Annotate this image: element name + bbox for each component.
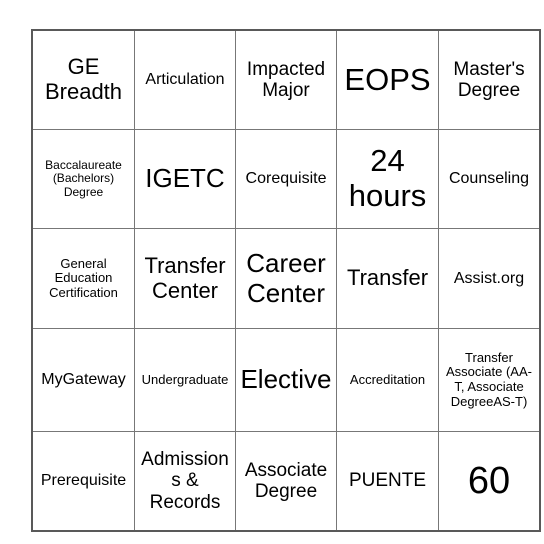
bingo-cell[interactable]: IGETC xyxy=(134,129,236,229)
bingo-row: GE Breadth Articulation Impacted Major E… xyxy=(31,29,541,130)
bingo-cell[interactable]: General Education Certification xyxy=(31,228,135,329)
bingo-row: MyGateway Undergraduate Elective Accredi… xyxy=(31,328,541,432)
bingo-cell[interactable]: Counseling xyxy=(438,129,541,229)
bingo-cell[interactable]: Admissions & Records xyxy=(134,431,236,532)
bingo-cell[interactable]: 24 hours xyxy=(336,129,439,229)
bingo-cell[interactable]: Accreditation xyxy=(336,328,439,432)
bingo-cell[interactable]: Articulation xyxy=(134,29,236,130)
bingo-cell[interactable]: Baccalaureate (Bachelors) Degree xyxy=(31,129,135,229)
bingo-cell[interactable]: Master's Degree xyxy=(438,29,541,130)
bingo-cell[interactable]: PUENTE xyxy=(336,431,439,532)
bingo-cell[interactable]: Transfer Associate (AA-T, Associate Degr… xyxy=(438,328,541,432)
bingo-cell[interactable]: Corequisite xyxy=(235,129,337,229)
bingo-cell[interactable]: Elective xyxy=(235,328,337,432)
bingo-cell[interactable]: Transfer xyxy=(336,228,439,329)
bingo-cell[interactable]: Assist.org xyxy=(438,228,541,329)
bingo-cell[interactable]: Impacted Major xyxy=(235,29,337,130)
bingo-cell[interactable]: Transfer Center xyxy=(134,228,236,329)
bingo-cell[interactable]: EOPS xyxy=(336,29,439,130)
bingo-card: GE Breadth Articulation Impacted Major E… xyxy=(31,29,541,532)
bingo-cell[interactable]: 60 xyxy=(438,431,541,532)
bingo-card-body: GE Breadth Articulation Impacted Major E… xyxy=(31,29,541,532)
bingo-row: General Education Certification Transfer… xyxy=(31,228,541,329)
bingo-row: Prerequisite Admissions & Records Associ… xyxy=(31,431,541,532)
bingo-cell[interactable]: Prerequisite xyxy=(31,431,135,532)
bingo-cell[interactable]: Career Center xyxy=(235,228,337,329)
bingo-row: Baccalaureate (Bachelors) Degree IGETC C… xyxy=(31,129,541,229)
bingo-cell[interactable]: Associate Degree xyxy=(235,431,337,532)
bingo-cell[interactable]: MyGateway xyxy=(31,328,135,432)
bingo-cell[interactable]: Undergraduate xyxy=(134,328,236,432)
bingo-cell[interactable]: GE Breadth xyxy=(31,29,135,130)
